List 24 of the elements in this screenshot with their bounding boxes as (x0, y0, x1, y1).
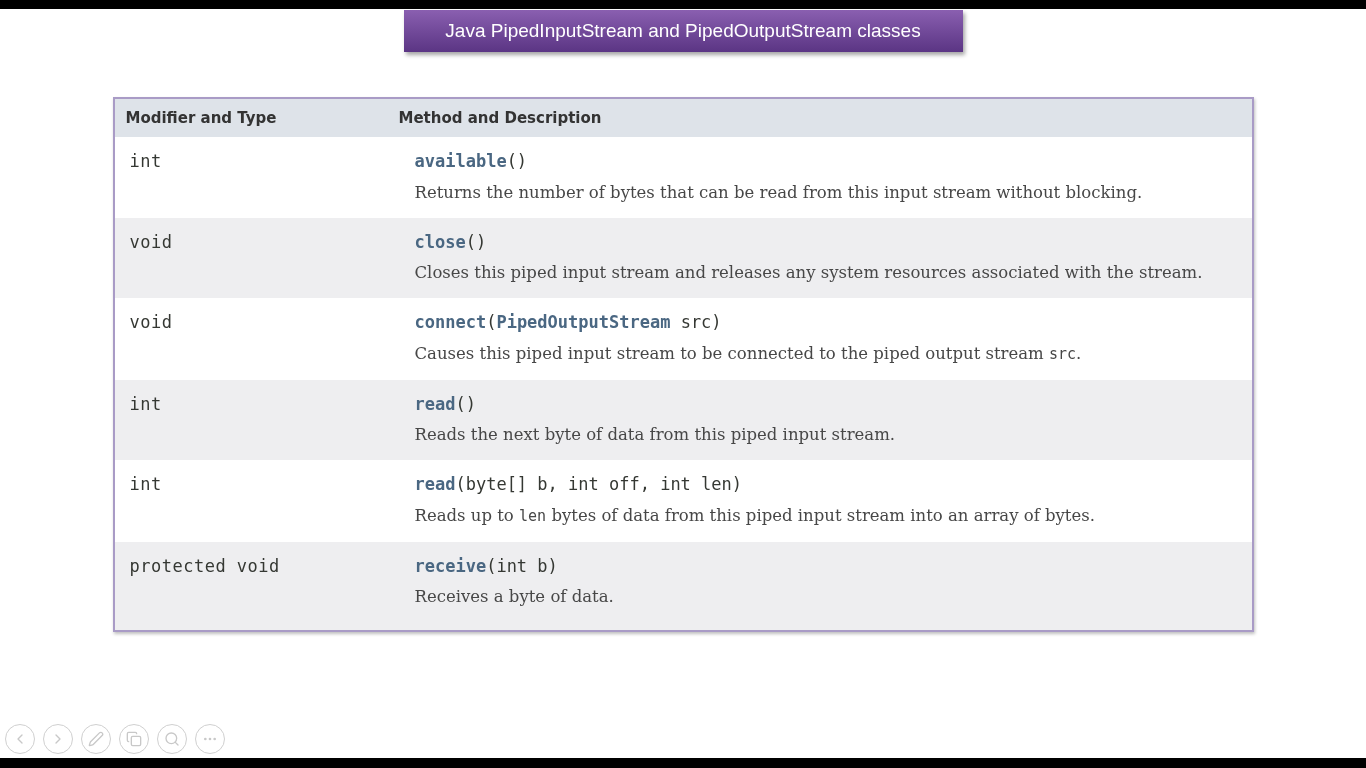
method-description: Returns the number of bytes that can be read from this input stream without blocking. (414, 181, 1144, 204)
method-signature: read(byte[] b, int off, int len) (414, 473, 743, 496)
pen-icon (88, 731, 104, 747)
type-cell: int (129, 474, 162, 494)
method-signature: close() (414, 230, 487, 254)
type-cell: void (129, 231, 173, 252)
method-signature: connect(PipedOutputStream src) (414, 311, 722, 334)
type-cell: int (129, 151, 162, 171)
slides-icon (126, 731, 142, 747)
column-header: Method and Description (398, 107, 602, 129)
type-cell: protected void (129, 555, 280, 576)
type-cell: int (129, 393, 162, 414)
method-description: Receives a byte of data. (414, 586, 615, 608)
column-header: Modifier and Type (124, 107, 278, 129)
method-signature: receive(int b) (414, 554, 558, 578)
method-description: Closes this piped input stream and releases any system resources associated with the stream. (414, 262, 1204, 284)
zoom-icon (164, 731, 180, 747)
slide-title: Java PipedInputStream and PipedOutputStream classes (403, 10, 963, 52)
method-description: Reads up to len bytes of data from this piped input stream into an array of bytes. (414, 504, 1096, 527)
method-signature: read() (414, 392, 476, 416)
method-signature: available() (414, 150, 528, 173)
method-description: Causes this piped input stream to be connected to the piped output stream src. (414, 342, 1083, 365)
method-description: Reads the next byte of data from this piped input stream. (414, 424, 897, 446)
type-cell: void (129, 312, 173, 332)
